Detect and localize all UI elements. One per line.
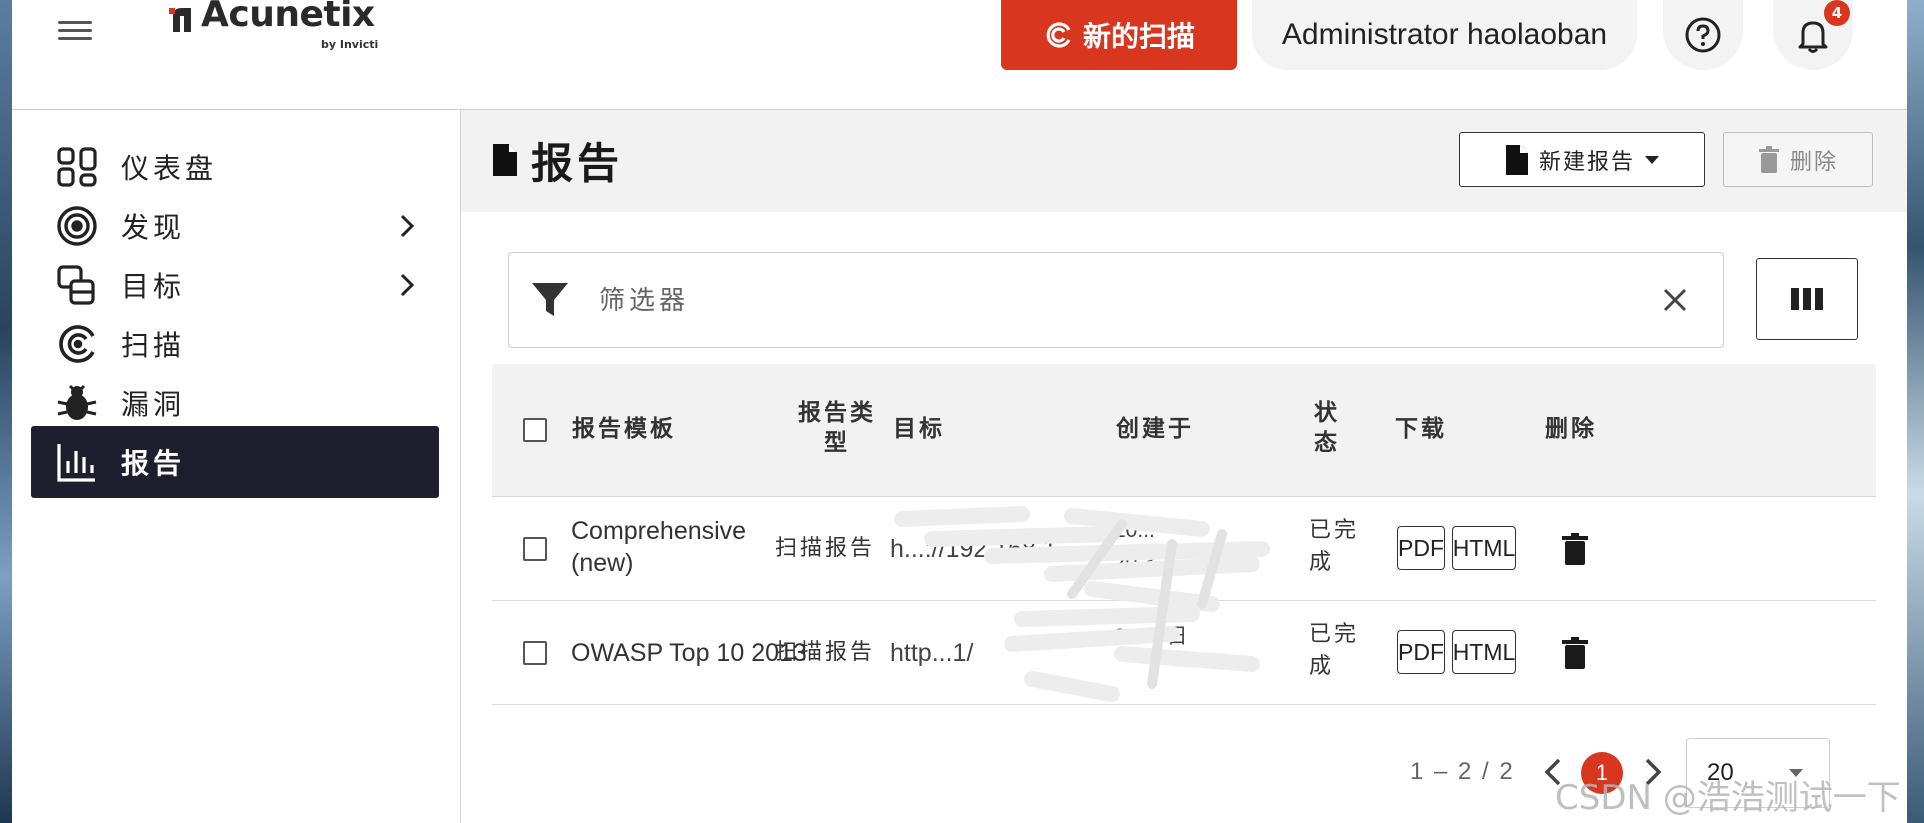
download-html-button[interactable]: HTML bbox=[1452, 630, 1516, 674]
new-report-label: 新建报告 bbox=[1538, 149, 1635, 175]
row-status: 已完 成 bbox=[1309, 518, 1360, 575]
bell-icon bbox=[1798, 21, 1828, 53]
sidebar-item-label: 目标 bbox=[121, 270, 186, 303]
acunetix-logo-mark-icon bbox=[169, 8, 191, 32]
bar-chart-icon bbox=[55, 440, 99, 484]
column-header-created: 创建于 bbox=[1116, 416, 1194, 442]
sidebar-item-reports[interactable]: 报告 bbox=[31, 426, 439, 498]
document-icon bbox=[493, 144, 517, 176]
hamburger-menu-icon[interactable] bbox=[58, 16, 92, 44]
delete-label: 删除 bbox=[1789, 149, 1838, 175]
document-icon bbox=[1505, 144, 1528, 175]
columns-icon bbox=[1791, 288, 1823, 310]
close-icon[interactable] bbox=[1658, 283, 1692, 317]
bug-icon bbox=[55, 381, 99, 425]
trash-icon bbox=[1758, 145, 1779, 173]
reports-table: 报告模板 报告类 型 目标 创建于 状 态 下载 删除 Comprehensiv… bbox=[492, 364, 1876, 823]
row-template: Comprehensive (new) bbox=[571, 517, 747, 577]
table-header: 报告模板 报告类 型 目标 创建于 状 态 下载 删除 bbox=[492, 364, 1876, 497]
desktop-wallpaper-right bbox=[1907, 0, 1924, 823]
help-button[interactable] bbox=[1663, 0, 1743, 70]
row-checkbox[interactable] bbox=[523, 641, 547, 665]
csdn-watermark: CSDN @浩浩测试一下 bbox=[1555, 778, 1901, 818]
user-menu-button[interactable]: Administrator haolaoban bbox=[1252, 0, 1637, 70]
column-header-download: 下载 bbox=[1395, 416, 1447, 442]
desktop-wallpaper-left bbox=[0, 0, 12, 823]
sidebar-item-label: 报告 bbox=[121, 447, 186, 480]
user-name: Administrator haolaoban bbox=[1281, 18, 1608, 51]
new-report-button[interactable]: 新建报告 bbox=[1459, 132, 1705, 187]
logo-wordmark: Acunetix bbox=[201, 0, 375, 35]
select-all-checkbox[interactable] bbox=[523, 418, 547, 442]
top-header: Acunetix by Invicti 新的扫描 Administrator h… bbox=[12, 0, 1907, 110]
page-title: 报告 bbox=[531, 139, 624, 188]
column-header-status: 状 态 bbox=[1314, 400, 1340, 456]
main-content: 报告 新建报告 删除 筛选器 报告模板 报告类 型 目标 创建于 状 态 下载 … bbox=[461, 110, 1907, 823]
trash-icon[interactable] bbox=[1562, 637, 1588, 669]
sidebar-item-label: 漏洞 bbox=[121, 388, 186, 421]
sidebar-item-label: 扫描 bbox=[121, 329, 186, 362]
caret-down-icon bbox=[1645, 155, 1659, 164]
app-window: Acunetix by Invicti 新的扫描 Administrator h… bbox=[12, 0, 1907, 823]
scan-icon bbox=[55, 322, 99, 366]
column-header-type: 报告类 型 bbox=[798, 400, 876, 456]
column-header-delete: 删除 bbox=[1545, 416, 1597, 442]
chevron-right-icon bbox=[400, 214, 415, 238]
target-rings-icon bbox=[55, 204, 99, 248]
columns-toggle-button[interactable] bbox=[1756, 258, 1858, 340]
column-header-target: 目标 bbox=[893, 416, 945, 442]
trash-icon[interactable] bbox=[1562, 533, 1588, 565]
download-pdf-button[interactable]: PDF bbox=[1397, 526, 1445, 570]
filter-input[interactable] bbox=[597, 275, 1601, 327]
sidebar-item-label: 发现 bbox=[121, 211, 186, 244]
sidebar: 仪表盘 发现 目标 扫描 漏洞 报告 bbox=[12, 110, 461, 823]
targets-icon bbox=[55, 263, 99, 307]
row-template: OWASP Top 10 2013 bbox=[571, 639, 807, 667]
row-status: 已完 成 bbox=[1309, 622, 1360, 679]
download-html-button[interactable]: HTML bbox=[1452, 526, 1516, 570]
scan-swirl-icon bbox=[1046, 22, 1071, 48]
pagination-range: 1 – 2 / 2 bbox=[1410, 758, 1515, 785]
sidebar-item-label: 仪表盘 bbox=[121, 152, 218, 185]
help-icon bbox=[1685, 17, 1721, 53]
column-header-template: 报告模板 bbox=[572, 416, 676, 442]
filter-funnel-icon bbox=[532, 283, 568, 316]
notification-badge: 4 bbox=[1824, 0, 1850, 26]
logo-subtitle: by Invicti bbox=[321, 38, 379, 51]
dashboard-icon bbox=[55, 145, 99, 189]
row-type: 扫描报告 bbox=[775, 536, 876, 561]
download-pdf-button[interactable]: PDF bbox=[1397, 630, 1445, 674]
delete-button[interactable]: 删除 bbox=[1723, 132, 1873, 187]
row-type: 扫描报告 bbox=[775, 640, 876, 665]
row-checkbox[interactable] bbox=[523, 537, 547, 561]
page-header: 报告 新建报告 删除 bbox=[461, 110, 1907, 212]
filter-bar bbox=[508, 252, 1724, 348]
new-scan-button[interactable]: 新的扫描 bbox=[1001, 0, 1237, 70]
redaction-scribble bbox=[894, 506, 1270, 702]
new-scan-label: 新的扫描 bbox=[1082, 20, 1195, 53]
chevron-right-icon bbox=[400, 273, 415, 297]
